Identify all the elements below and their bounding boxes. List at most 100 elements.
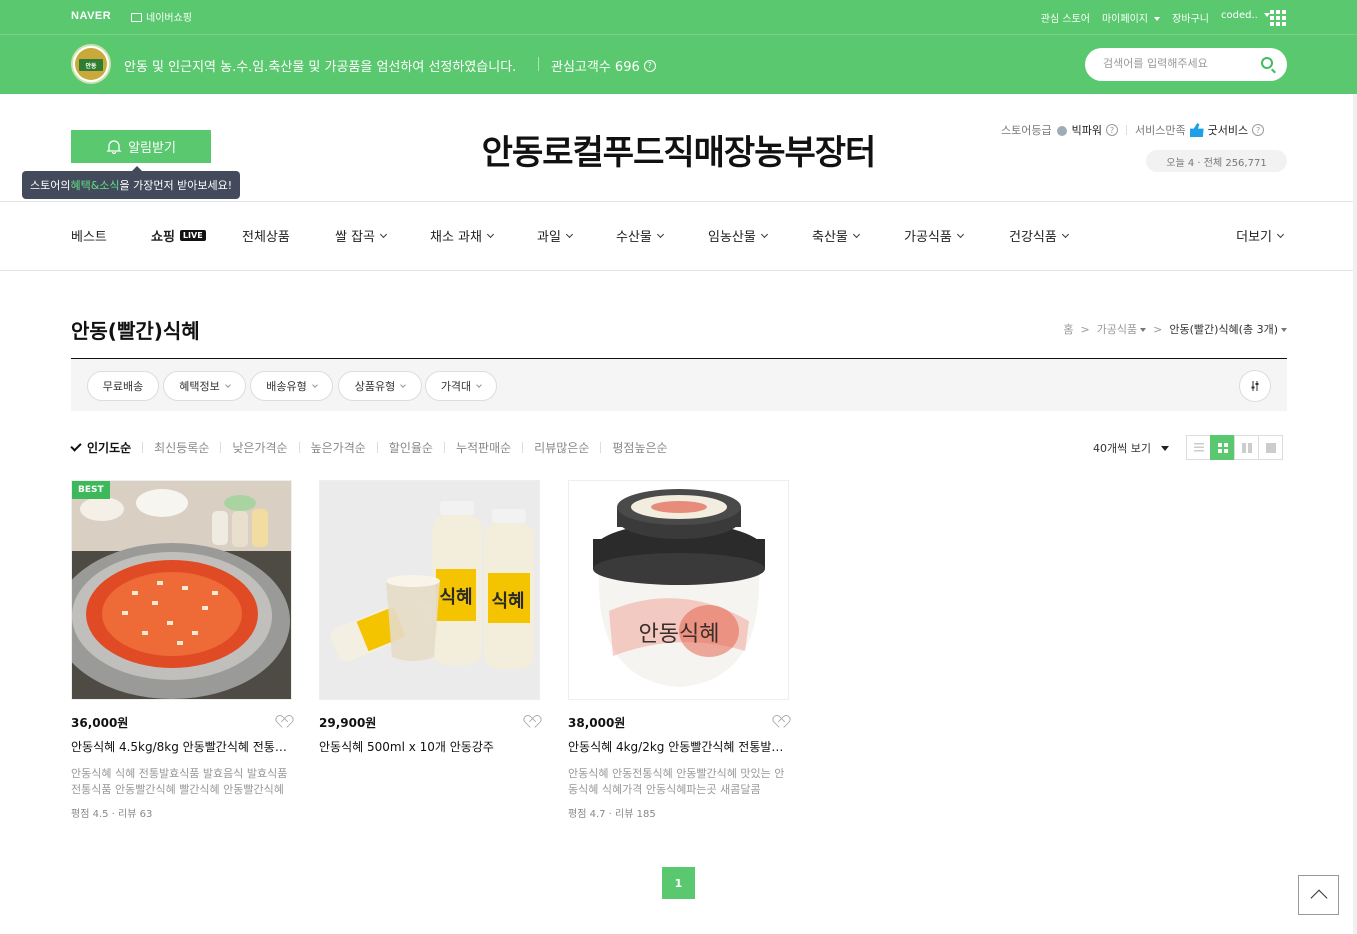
- product-name[interactable]: 안동식혜 4kg/2kg 안동빨간식혜 전통발효식품 발효음식: [568, 738, 789, 755]
- breadcrumb-separator: >: [1080, 322, 1090, 336]
- product-image[interactable]: 식혜 식혜: [319, 480, 540, 700]
- filter-settings-button[interactable]: [1239, 370, 1271, 402]
- heart-icon[interactable]: [526, 716, 540, 728]
- view-list-button[interactable]: [1186, 435, 1211, 460]
- help-icon[interactable]: ?: [1105, 124, 1118, 136]
- category-nav: 베스트 쇼핑 LIVE 전체상품 쌀 잡곡 채소 과채 과일 수산물 임농산물 축…: [71, 226, 1287, 246]
- heart-icon[interactable]: [278, 716, 292, 728]
- chevron-down-icon: [1061, 230, 1069, 238]
- sort-reviews[interactable]: 리뷰많은순: [534, 439, 589, 456]
- breadcrumb: 홈 > 가공식품 > 안동(빨간)식혜(총 3개): [1063, 321, 1287, 337]
- nav-livestock[interactable]: 축산물: [812, 226, 860, 245]
- store-badge-logo: 안동: [75, 48, 107, 80]
- apps-grid-icon[interactable]: [1270, 10, 1286, 26]
- nav-more[interactable]: 더보기: [1236, 226, 1285, 245]
- chevron-down-icon: [656, 230, 664, 238]
- chevron-down-icon: [379, 230, 388, 238]
- nav-forest-products[interactable]: 임농산물: [708, 226, 768, 245]
- gnb-mypage[interactable]: 마이페이지: [1102, 10, 1161, 25]
- scroll-to-top-button[interactable]: [1298, 875, 1339, 915]
- page-title: 안동(빨간)식혜: [71, 319, 200, 343]
- store-profile-badge[interactable]: 안동: [71, 44, 111, 84]
- heart-icon[interactable]: [775, 716, 789, 728]
- product-card[interactable]: 식혜 식혜 29,900원 안동식혜 500ml x 10개 안동강주: [319, 480, 540, 755]
- search-input[interactable]: [1103, 57, 1253, 70]
- product-price: 38,000원: [568, 715, 626, 730]
- tooltip-text-end: 을 가장먼저 받아보세요!: [119, 179, 233, 192]
- filter-product-type[interactable]: 상품유형: [338, 371, 422, 401]
- view-grid-2-button[interactable]: [1234, 435, 1259, 460]
- nav-vegetables[interactable]: 채소 과채: [430, 226, 495, 245]
- product-image[interactable]: BEST: [71, 480, 292, 700]
- fans-count: 관심고객수 696 ?: [551, 56, 656, 75]
- service-label: 서비스만족: [1134, 124, 1186, 137]
- thumbs-up-icon: [1189, 123, 1204, 137]
- nav-health-food[interactable]: 건강식품: [1009, 226, 1069, 245]
- product-name[interactable]: 안동식혜 500ml x 10개 안동강주: [319, 738, 540, 755]
- nav-processed-food[interactable]: 가공식품: [904, 226, 964, 245]
- svg-text:식혜: 식혜: [491, 591, 524, 612]
- naver-shopping-link[interactable]: 네이버쇼핑: [131, 9, 192, 24]
- scrollbar-track[interactable]: [1353, 94, 1357, 934]
- breadcrumb-home[interactable]: 홈: [1063, 321, 1073, 337]
- sort-rating[interactable]: 평점높은순: [612, 439, 667, 456]
- divider: [1125, 125, 1127, 135]
- product-card[interactable]: 안동식혜 38,000원 안동식혜 4kg/2kg 안동빨간식혜 전통발효식품 …: [568, 480, 789, 820]
- product-price: 36,000원: [71, 715, 129, 730]
- filter-price-range[interactable]: 가격대: [425, 371, 497, 401]
- product-rating: 평점 4.5 · 리뷰 63: [71, 809, 153, 820]
- sort-price-high[interactable]: 높은가격순: [311, 439, 366, 456]
- nav-rice-grains[interactable]: 쌀 잡곡: [335, 226, 388, 245]
- divider: [0, 270, 1357, 271]
- view-grid-4-button[interactable]: [1210, 435, 1235, 460]
- breadcrumb-category[interactable]: 가공식품: [1097, 321, 1147, 337]
- chevron-down-icon: [486, 230, 495, 238]
- svg-text:안동: 안동: [85, 62, 97, 70]
- naver-logo[interactable]: NAVER: [71, 10, 111, 22]
- help-icon[interactable]: ?: [643, 59, 656, 72]
- caret-down-icon: [1140, 328, 1147, 332]
- shopping-bag-icon: [131, 13, 142, 22]
- columns-icon: [1241, 442, 1252, 453]
- filter-shipping-type[interactable]: 배송유형: [250, 371, 333, 401]
- search-icon[interactable]: [1261, 57, 1273, 69]
- page-number-current[interactable]: 1: [662, 867, 695, 899]
- filter-benefits[interactable]: 혜택정보: [163, 371, 246, 401]
- breadcrumb-current[interactable]: 안동(빨간)식혜(총 3개): [1169, 321, 1287, 337]
- view-toggles: [1186, 435, 1283, 460]
- sort-sales[interactable]: 누적판매순: [456, 439, 511, 456]
- notify-tooltip: 스토어의 혜택&소식 을 가장먼저 받아보세요!: [22, 166, 241, 199]
- gnb-interest-store[interactable]: 관심 스토어: [1041, 10, 1090, 25]
- nav-best[interactable]: 베스트: [71, 226, 107, 245]
- chevron-down-icon: [311, 381, 318, 388]
- sort-options: 인기도순 최신등록순 낮은가격순 높은가격순 할인율순 누적판매순 리뷰많은순 …: [70, 439, 668, 456]
- sort-popular[interactable]: 인기도순: [70, 439, 131, 456]
- nav-shopping-live[interactable]: 쇼핑 LIVE: [151, 226, 206, 245]
- list-icon: [1193, 443, 1204, 452]
- store-grade: 스토어등급 빅파워 ? 서비스만족 굿서비스 ?: [1001, 122, 1265, 138]
- product-card[interactable]: BEST 36,000원 안동식혜 4.5kg/8kg 안동빨간식혜 전통발효식…: [71, 480, 292, 820]
- product-image[interactable]: 안동식혜: [568, 480, 789, 700]
- service-value: 굿서비스: [1207, 124, 1249, 137]
- help-icon[interactable]: ?: [1252, 124, 1265, 136]
- view-large-button[interactable]: [1258, 435, 1283, 460]
- sort-price-low[interactable]: 낮은가격순: [232, 439, 287, 456]
- nav-fruit[interactable]: 과일: [537, 226, 573, 245]
- divider: [0, 201, 1357, 202]
- filter-free-shipping[interactable]: 무료배송: [87, 371, 159, 401]
- check-icon: [70, 440, 82, 452]
- tooltip-highlight: 혜택&소식: [70, 179, 120, 192]
- global-nav: 관심 스토어 마이페이지 장바구니 coded..: [1041, 10, 1270, 25]
- sort-discount[interactable]: 할인율순: [389, 439, 433, 456]
- product-name[interactable]: 안동식혜 4.5kg/8kg 안동빨간식혜 전통발효식품 발효음식: [71, 738, 292, 755]
- nav-seafood[interactable]: 수산물: [616, 226, 664, 245]
- gnb-cart[interactable]: 장바구니: [1172, 10, 1209, 25]
- nav-all-products[interactable]: 전체상품: [242, 226, 290, 245]
- best-badge: BEST: [72, 481, 110, 499]
- tooltip-text: 스토어의: [30, 179, 71, 192]
- chevron-down-icon: [1276, 230, 1285, 238]
- sliders-icon: [1251, 381, 1259, 391]
- gnb-user[interactable]: coded..: [1221, 10, 1270, 25]
- per-page-select[interactable]: 40개씩 보기: [1093, 440, 1169, 456]
- sort-newest[interactable]: 최신등록순: [154, 439, 209, 456]
